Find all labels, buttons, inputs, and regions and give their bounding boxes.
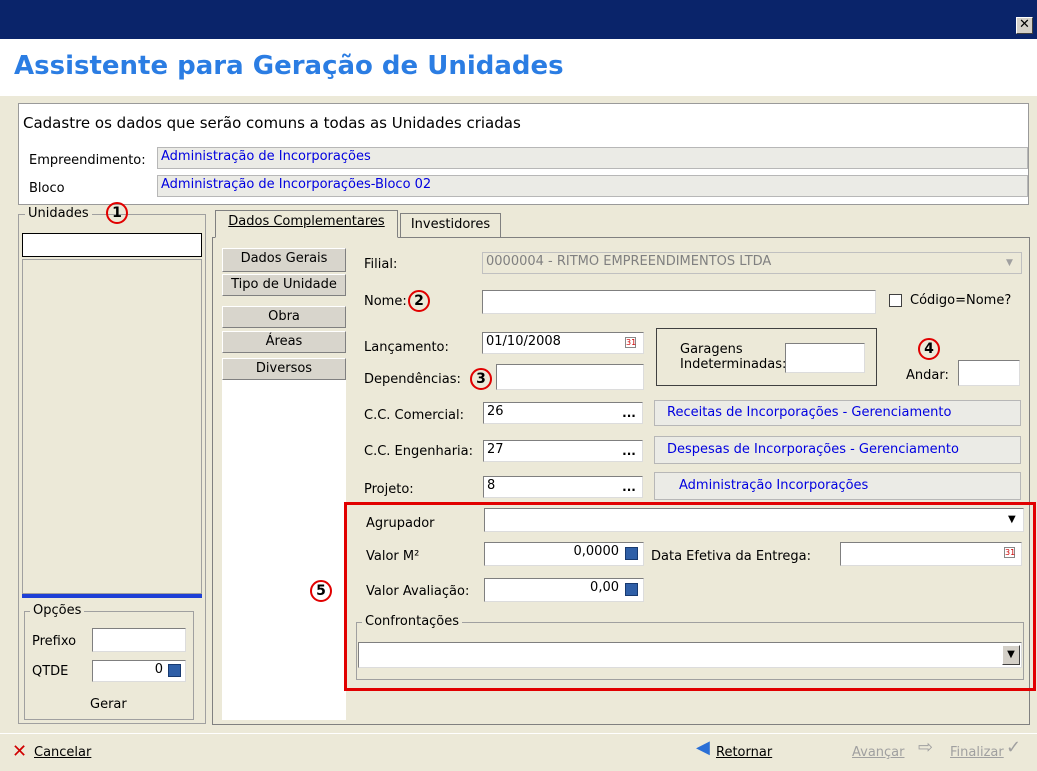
list-splitter[interactable] — [22, 594, 202, 598]
side-button-diversos[interactable]: Diversos — [222, 358, 346, 380]
filial-select[interactable]: 0000004 - RITMO EMPREENDIMENTOS LTDA — [482, 252, 1022, 274]
andar-label: Andar: — [906, 368, 949, 383]
check-icon: ✓ — [1006, 737, 1022, 758]
confrontacoes-dropdown-button[interactable]: ▼ — [1002, 645, 1020, 665]
window-titlebar — [0, 0, 1037, 39]
garagens-label-1: Garagens — [680, 342, 743, 357]
tab-dados-complementares[interactable]: Dados Complementares — [215, 210, 398, 238]
unidades-group-title: Unidades — [25, 206, 92, 221]
retornar-button[interactable]: Retornar — [716, 745, 772, 760]
gerar-button[interactable]: Gerar — [90, 697, 127, 712]
cc-comercial-lookup-button[interactable]: ... — [620, 407, 638, 419]
marker-2: 2 — [408, 290, 430, 312]
wizard-header: Assistente para Geração de Unidades — [0, 39, 1037, 96]
prefixo-input[interactable] — [92, 628, 186, 652]
cc-engenharia-input[interactable]: 27 — [483, 440, 643, 462]
data-entrega-input[interactable] — [840, 542, 1022, 566]
confrontacoes-select[interactable] — [358, 642, 1022, 668]
cc-engenharia-desc: Despesas de Incorporações - Gerenciament… — [654, 436, 1021, 464]
projeto-lookup-button[interactable]: ... — [620, 481, 638, 493]
agrupador-label: Agrupador — [366, 516, 435, 531]
nome-input[interactable] — [482, 290, 876, 314]
calendar-icon[interactable]: 31 — [625, 337, 636, 348]
bloco-field: Administração de Incorporações-Bloco 02 — [157, 175, 1028, 197]
bloco-label: Bloco — [29, 181, 65, 196]
valor-avaliacao-input[interactable]: 0,00 — [484, 578, 644, 602]
tab-dados-complementares-label: Dados Complementares — [228, 214, 385, 229]
projeto-input[interactable]: 8 — [483, 476, 643, 498]
calculator-icon[interactable] — [168, 664, 181, 677]
garagens-label-2: Indeterminadas: — [680, 357, 787, 372]
andar-input[interactable] — [958, 360, 1020, 386]
cc-engenharia-label: C.C. Engenharia: — [364, 444, 474, 459]
finalizar-button[interactable]: Finalizar — [950, 745, 1004, 760]
qtde-label: QTDE — [32, 664, 69, 679]
tab-investidores[interactable]: Investidores — [400, 213, 501, 237]
filial-chevron-down-icon: ▼ — [1006, 258, 1013, 268]
cc-comercial-label: C.C. Comercial: — [364, 408, 465, 423]
close-icon: ✕ — [1019, 17, 1030, 32]
confrontacoes-label: Confrontações — [362, 614, 463, 629]
unidades-input[interactable] — [22, 233, 202, 257]
calculator-icon[interactable] — [625, 547, 638, 560]
tab-investidores-label: Investidores — [410, 217, 491, 232]
empreendimento-label: Empreendimento: — [29, 153, 146, 168]
filial-label: Filial: — [364, 257, 398, 272]
opcoes-group-title: Opções — [30, 603, 85, 618]
valor-avaliacao-label: Valor Avaliação: — [366, 584, 470, 599]
close-window-button[interactable]: ✕ — [1016, 17, 1033, 34]
avancar-button[interactable]: Avançar — [852, 745, 905, 760]
intro-panel: Cadastre os dados que serão comuns a tod… — [18, 103, 1029, 205]
side-button-obra[interactable]: Obra — [222, 306, 346, 328]
forward-arrow-icon: ⇨ — [918, 737, 934, 758]
calendar-icon[interactable]: 31 — [1004, 547, 1015, 558]
lancamento-date-input[interactable]: 01/10/2008 — [482, 332, 644, 354]
projeto-desc: Administração Incorporações — [654, 472, 1021, 500]
garagens-input[interactable] — [785, 343, 865, 373]
codigo-nome-checkbox[interactable] — [889, 294, 902, 307]
page-title: Assistente para Geração de Unidades — [14, 51, 564, 81]
projeto-label: Projeto: — [364, 482, 414, 497]
lancamento-label: Lançamento: — [364, 340, 449, 355]
data-entrega-label: Data Efetiva da Entrega: — [651, 549, 812, 564]
back-arrow-icon: ◀ — [696, 737, 710, 758]
side-panel-blank — [222, 380, 346, 720]
dependencias-input[interactable] — [496, 364, 644, 390]
cancel-icon: ✕ — [12, 741, 28, 762]
side-button-dados-gerais[interactable]: Dados Gerais — [222, 248, 346, 272]
chevron-down-icon: ▼ — [1007, 649, 1015, 660]
nome-label: Nome: — [364, 294, 407, 309]
agrupador-select[interactable] — [484, 508, 1024, 532]
marker-4: 4 — [918, 338, 940, 360]
codigo-nome-label: Código=Nome? — [910, 293, 1012, 308]
cc-comercial-input[interactable]: 26 — [483, 402, 643, 424]
marker-3: 3 — [470, 368, 492, 390]
side-button-tipo-unidade[interactable]: Tipo de Unidade — [222, 274, 346, 296]
intro-text: Cadastre os dados que serão comuns a tod… — [23, 114, 521, 132]
cc-engenharia-lookup-button[interactable]: ... — [620, 445, 638, 457]
valor-m2-input[interactable]: 0,0000 — [484, 542, 644, 566]
marker-5: 5 — [310, 580, 332, 602]
cc-comercial-desc: Receitas de Incorporações - Gerenciament… — [654, 400, 1021, 426]
calculator-icon[interactable] — [625, 583, 638, 596]
cancelar-button[interactable]: Cancelar — [34, 745, 91, 760]
unidades-list[interactable] — [22, 259, 202, 594]
prefixo-label: Prefixo — [32, 634, 77, 649]
empreendimento-field: Administração de Incorporações — [157, 147, 1028, 169]
agrupador-chevron-down-icon: ▼ — [1008, 514, 1016, 525]
marker-1: 1 — [106, 202, 128, 224]
valor-m2-label: Valor M² — [366, 549, 420, 564]
side-button-areas[interactable]: Áreas — [222, 331, 346, 353]
dependencias-label: Dependências: — [364, 372, 461, 387]
